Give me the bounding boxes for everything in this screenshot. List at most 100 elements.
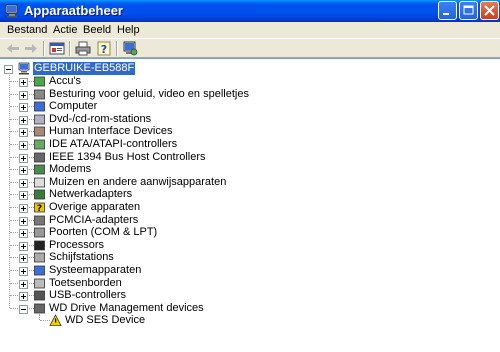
tree-category-row[interactable]: IDE ATA/ATAPI-controllers [0, 138, 300, 151]
tree-category-row[interactable]: USB-controllers [0, 289, 300, 302]
expand-button[interactable] [19, 103, 28, 113]
device-tree: GEBRUIKE-EB588F Accu's Besturing voor gel… [0, 58, 500, 352]
help-icon[interactable]: ? [95, 40, 113, 57]
mouse-icon [34, 177, 45, 188]
unknown-device-icon: ? [34, 202, 45, 214]
keyboard-icon [34, 278, 45, 288]
expand-button[interactable] [19, 241, 28, 251]
tree-category-row[interactable]: Processors [0, 239, 300, 252]
sound-icon [34, 89, 45, 99]
tree-category-row[interactable]: Poorten (COM & LPT) [0, 226, 300, 239]
expand-button[interactable] [19, 141, 28, 150]
tree-category-label: Systeemapparaten [49, 264, 142, 276]
tree-category-label: Muizen en andere aanwijsapparaten [49, 175, 227, 188]
processor-icon [34, 240, 45, 251]
tree-category-row[interactable]: Systeemapparaten [0, 264, 300, 277]
tree-category-row[interactable]: Netwerkadapters [0, 188, 300, 201]
pcmcia-icon [34, 215, 45, 225]
menu-bestand[interactable]: Bestand [7, 24, 47, 36]
expand-button[interactable] [19, 90, 28, 100]
tree-category-label: WD Drive Management devices [49, 301, 204, 314]
tree-category-row[interactable]: Schijfstations [0, 251, 300, 264]
tree-category-label: Dvd-/cd-rom-stations [49, 112, 152, 125]
back-arrow-icon[interactable] [4, 40, 22, 57]
tree-category-row[interactable]: PCMCIA-adapters [0, 214, 300, 227]
device-manager-window: Apparaatbeheer Bestand Actie Beeld Help [0, 0, 500, 352]
tree-category-label: IDE ATA/ATAPI-controllers [49, 138, 178, 150]
expand-button[interactable] [19, 178, 28, 188]
expand-button[interactable] [19, 153, 28, 163]
menu-help[interactable]: Help [117, 24, 140, 36]
firewire-icon [34, 152, 45, 162]
tree-category-label: Processors [49, 238, 105, 251]
tree-category-row[interactable]: Besturing voor geluid, video en spelletj… [0, 88, 300, 101]
tree-category-label: USB-controllers [49, 289, 127, 302]
cdrom-icon [34, 114, 45, 125]
tree-category-label: Overige apparaten [49, 201, 141, 213]
expand-button[interactable] [19, 267, 28, 276]
title-bar[interactable]: Apparaatbeheer [0, 0, 500, 22]
collapse-button[interactable] [19, 304, 28, 314]
maximize-icon [463, 5, 474, 15]
tree-category-label: Human Interface Devices [49, 125, 173, 138]
tree-category-label: Schijfstations [49, 251, 114, 264]
menu-actie[interactable]: Actie [53, 24, 77, 36]
tree-category-label: Besturing voor geluid, video en spelletj… [49, 87, 249, 100]
computer-root-icon [18, 62, 30, 75]
tree-category-row[interactable]: ? Overige apparaten [0, 201, 300, 214]
tree-category-label: Poorten (COM & LPT) [49, 226, 158, 239]
print-icon[interactable] [74, 40, 92, 57]
maximize-button[interactable] [459, 1, 478, 20]
warning-device-icon [49, 314, 62, 327]
tree-category-row[interactable]: WD Drive Management devices [0, 302, 300, 315]
minimize-button[interactable] [438, 1, 457, 20]
tree-device-row[interactable]: WD SES Device [0, 314, 300, 327]
expand-button[interactable] [19, 279, 28, 289]
tree-category-label: Modems [49, 163, 92, 176]
expand-button[interactable] [19, 128, 28, 138]
expand-button[interactable] [19, 292, 28, 302]
svg-text:?: ? [101, 43, 107, 56]
expand-button[interactable] [19, 216, 28, 226]
tree-category-row[interactable]: Toetsenborden [0, 277, 300, 290]
expand-button[interactable] [19, 229, 28, 239]
port-icon [34, 227, 45, 238]
computer-icon [34, 101, 45, 112]
tree-category-row[interactable]: Accu's [0, 75, 300, 88]
tree-category-row[interactable]: Human Interface Devices [0, 125, 300, 138]
properties-icon[interactable] [48, 40, 66, 57]
svg-text:?: ? [37, 204, 42, 214]
toolbar: ? [0, 38, 500, 58]
forward-arrow-icon[interactable] [22, 40, 40, 57]
close-button[interactable] [480, 1, 499, 20]
tree-category-label: Toetsenborden [49, 276, 122, 289]
menu-beeld[interactable]: Beeld [83, 24, 111, 36]
expand-button[interactable] [19, 78, 28, 87]
expand-button[interactable] [19, 166, 28, 176]
expand-button[interactable] [19, 191, 28, 201]
tree-category-label: IEEE 1394 Bus Host Controllers [49, 150, 206, 163]
tree-category-row[interactable]: IEEE 1394 Bus Host Controllers [0, 151, 300, 164]
tree-category-label: Computer [49, 100, 98, 113]
usb-icon [34, 290, 45, 301]
device-manager-icon [5, 4, 18, 18]
tree-device-label: WD SES Device [65, 314, 146, 327]
ide-icon [34, 139, 45, 150]
system-device-icon [34, 265, 45, 276]
expand-button[interactable] [19, 204, 28, 213]
tree-category-row[interactable]: Muizen en andere aanwijsapparaten [0, 176, 300, 189]
expand-button[interactable] [19, 115, 28, 125]
battery-icon [34, 76, 45, 87]
expand-button[interactable] [19, 254, 28, 264]
tree-category-label: Netwerkadapters [49, 188, 133, 201]
window-title: Apparaatbeheer [24, 3, 123, 18]
tree-category-row[interactable]: Dvd-/cd-rom-stations [0, 113, 300, 126]
tree-category-label: Accu's [49, 75, 82, 87]
tree-category-row[interactable]: Modems [0, 163, 300, 176]
tree-category-row[interactable]: Computer [0, 100, 300, 113]
tree-category-label: PCMCIA-adapters [49, 213, 139, 226]
scan-hardware-icon[interactable] [121, 40, 139, 57]
close-icon [484, 5, 495, 16]
tree-root-row[interactable]: GEBRUIKE-EB588F [0, 62, 160, 75]
hid-icon [34, 126, 45, 137]
